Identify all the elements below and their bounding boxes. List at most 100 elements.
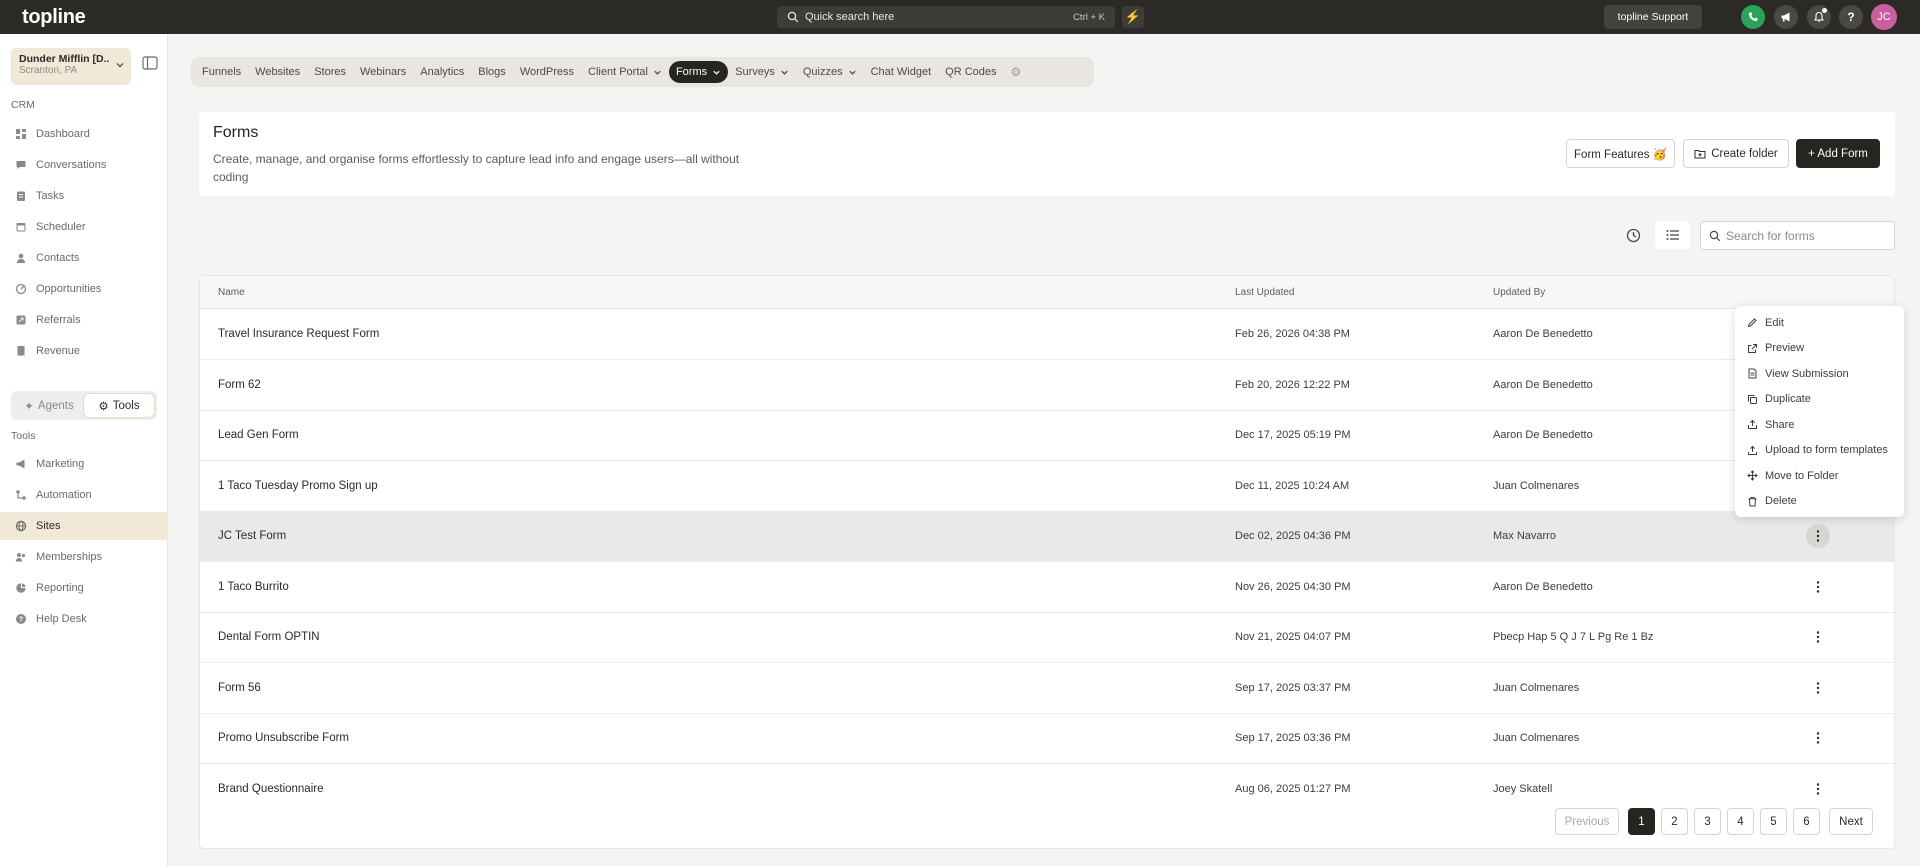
- sidebar-item-dashboard[interactable]: Dashboard: [0, 120, 168, 148]
- form-name[interactable]: Travel Insurance Request Form: [218, 328, 379, 340]
- table-row[interactable]: 1 Taco Tuesday Promo Sign up Dec 11, 202…: [200, 461, 1894, 512]
- bell-icon[interactable]: [1807, 5, 1831, 29]
- table-row[interactable]: 1 Taco Burrito Nov 26, 2025 04:30 PM Aar…: [200, 562, 1894, 613]
- lightning-icon[interactable]: ⚡: [1122, 6, 1144, 28]
- sidebar-collapse-icon[interactable]: [142, 56, 158, 70]
- row-actions-button[interactable]: [1806, 676, 1830, 700]
- sidebar-item-reporting[interactable]: Reporting: [0, 574, 168, 602]
- sidebar-item-help-desk[interactable]: ? Help Desk: [0, 605, 168, 633]
- sidebar-item-conversations[interactable]: Conversations: [0, 151, 168, 179]
- pagination-page[interactable]: 2: [1661, 808, 1688, 835]
- pagination-page[interactable]: 1: [1628, 808, 1655, 835]
- table-row[interactable]: Promo Unsubscribe Form Sep 17, 2025 03:3…: [200, 713, 1894, 764]
- tab-funnels[interactable]: Funnels: [195, 61, 248, 83]
- pagination-page[interactable]: 4: [1727, 808, 1754, 835]
- forms-search-input[interactable]: [1726, 228, 1886, 243]
- form-features-button[interactable]: Form Features 🥳: [1566, 139, 1675, 168]
- sidebar-item-marketing[interactable]: Marketing: [0, 450, 168, 478]
- tab-chat-widget[interactable]: Chat Widget: [864, 61, 939, 83]
- form-name[interactable]: Brand Questionnaire: [218, 783, 323, 795]
- menu-item-edit[interactable]: Edit: [1735, 310, 1904, 336]
- table-row[interactable]: Form 56 Sep 17, 2025 03:37 PM Juan Colme…: [200, 663, 1894, 714]
- sidebar-item-label: Memberships: [36, 551, 103, 563]
- pagination-page[interactable]: 6: [1793, 808, 1820, 835]
- tab-quizzes[interactable]: Quizzes: [796, 61, 864, 83]
- tab-wordpress[interactable]: WordPress: [513, 61, 581, 83]
- column-last-updated[interactable]: Last Updated: [1235, 287, 1295, 298]
- account-switcher[interactable]: Dunder Mifflin [D... Scranton, PA: [11, 48, 131, 85]
- toggle-tools[interactable]: ⚙ Tools: [84, 394, 154, 417]
- sidebar-item-sites[interactable]: Sites: [0, 512, 168, 540]
- quick-search[interactable]: Quick search here Ctrl + K: [777, 6, 1115, 28]
- menu-item-delete[interactable]: Delete: [1735, 489, 1904, 515]
- sidebar-item-scheduler[interactable]: Scheduler: [0, 213, 168, 241]
- sidebar-item-label: Marketing: [36, 458, 85, 470]
- tab-blogs[interactable]: Blogs: [471, 61, 513, 83]
- table-row[interactable]: Form 62 Feb 20, 2026 12:22 PM Aaron De B…: [200, 360, 1894, 411]
- app-logo[interactable]: topline: [22, 6, 86, 29]
- column-name[interactable]: Name: [218, 287, 245, 298]
- form-name[interactable]: Form 56: [218, 682, 261, 694]
- row-actions-button[interactable]: [1806, 524, 1830, 548]
- row-actions-button[interactable]: [1806, 625, 1830, 649]
- table-row[interactable]: Dental Form OPTIN Nov 21, 2025 04:07 PM …: [200, 612, 1894, 663]
- tab-qr-codes[interactable]: QR Codes: [938, 61, 1003, 83]
- table-row[interactable]: Travel Insurance Request Form Feb 26, 20…: [200, 309, 1894, 360]
- form-name[interactable]: 1 Taco Burrito: [218, 581, 289, 593]
- table-row[interactable]: Lead Gen Form Dec 17, 2025 05:19 PM Aaro…: [200, 410, 1894, 461]
- create-folder-button[interactable]: Create folder: [1683, 139, 1789, 168]
- sites-tab-bar: Funnels Websites Stores Webinars Analyti…: [191, 57, 1094, 87]
- tab-forms[interactable]: Forms: [668, 61, 729, 83]
- sidebar-item-revenue[interactable]: Revenue: [0, 337, 168, 365]
- tab-analytics[interactable]: Analytics: [413, 61, 471, 83]
- column-updated-by[interactable]: Updated By: [1493, 287, 1545, 298]
- support-button[interactable]: topline Support: [1604, 5, 1702, 29]
- user-avatar[interactable]: JC: [1871, 4, 1897, 30]
- quick-search-placeholder: Quick search here: [805, 11, 895, 23]
- form-name[interactable]: JC Test Form: [218, 530, 286, 542]
- add-form-button[interactable]: + Add Form: [1796, 139, 1880, 168]
- help-icon[interactable]: ?: [1839, 5, 1863, 29]
- sidebar-item-contacts[interactable]: Contacts: [0, 244, 168, 272]
- menu-item-preview[interactable]: Preview: [1735, 336, 1904, 362]
- form-name[interactable]: Lead Gen Form: [218, 429, 299, 441]
- page-title: Forms: [213, 124, 259, 141]
- pagination-previous[interactable]: Previous: [1555, 808, 1619, 835]
- pagination-page[interactable]: 5: [1760, 808, 1787, 835]
- tab-surveys[interactable]: Surveys: [728, 61, 796, 83]
- menu-item-view-submission[interactable]: View Submission: [1735, 361, 1904, 387]
- form-name[interactable]: Promo Unsubscribe Form: [218, 732, 349, 744]
- more-vertical-icon: [1816, 682, 1820, 694]
- megaphone-icon[interactable]: [1774, 5, 1798, 29]
- sidebar-item-automation[interactable]: Automation: [0, 481, 168, 509]
- toggle-agents[interactable]: ✦ Agents: [14, 394, 84, 417]
- tab-websites[interactable]: Websites: [248, 61, 307, 83]
- form-name[interactable]: 1 Taco Tuesday Promo Sign up: [218, 480, 378, 492]
- menu-item-move-to-folder[interactable]: Move to Folder: [1735, 463, 1904, 489]
- row-actions-button[interactable]: [1806, 726, 1830, 750]
- tab-client-portal[interactable]: Client Portal: [581, 61, 669, 83]
- sidebar-item-memberships[interactable]: Memberships: [0, 543, 168, 571]
- sidebar-item-tasks[interactable]: Tasks: [0, 182, 168, 210]
- recent-view-toggle[interactable]: [1619, 221, 1647, 249]
- menu-item-duplicate[interactable]: Duplicate: [1735, 387, 1904, 413]
- sidebar-item-opportunities[interactable]: Opportunities: [0, 275, 168, 303]
- pagination-next[interactable]: Next: [1829, 808, 1873, 835]
- form-name[interactable]: Form 62: [218, 379, 261, 391]
- menu-item-label: Duplicate: [1765, 393, 1811, 406]
- menu-item-share[interactable]: Share: [1735, 412, 1904, 438]
- tab-webinars[interactable]: Webinars: [353, 61, 413, 83]
- sidebar-item-label: Automation: [36, 489, 92, 501]
- tab-stores[interactable]: Stores: [307, 61, 353, 83]
- form-name[interactable]: Dental Form OPTIN: [218, 631, 320, 643]
- phone-icon[interactable]: [1741, 5, 1765, 29]
- sidebar-item-referrals[interactable]: Referrals: [0, 306, 168, 334]
- table-row[interactable]: JC Test Form Dec 02, 2025 04:36 PM Max N…: [200, 511, 1894, 562]
- list-view-toggle[interactable]: [1655, 221, 1690, 249]
- tabs-settings[interactable]: ⚙: [1004, 61, 1029, 83]
- row-actions-button[interactable]: [1806, 575, 1830, 599]
- row-actions-button[interactable]: [1806, 777, 1830, 801]
- calendar-icon: [14, 220, 28, 234]
- menu-item-upload-template[interactable]: Upload to form templates: [1735, 438, 1904, 464]
- pagination-page[interactable]: 3: [1694, 808, 1721, 835]
